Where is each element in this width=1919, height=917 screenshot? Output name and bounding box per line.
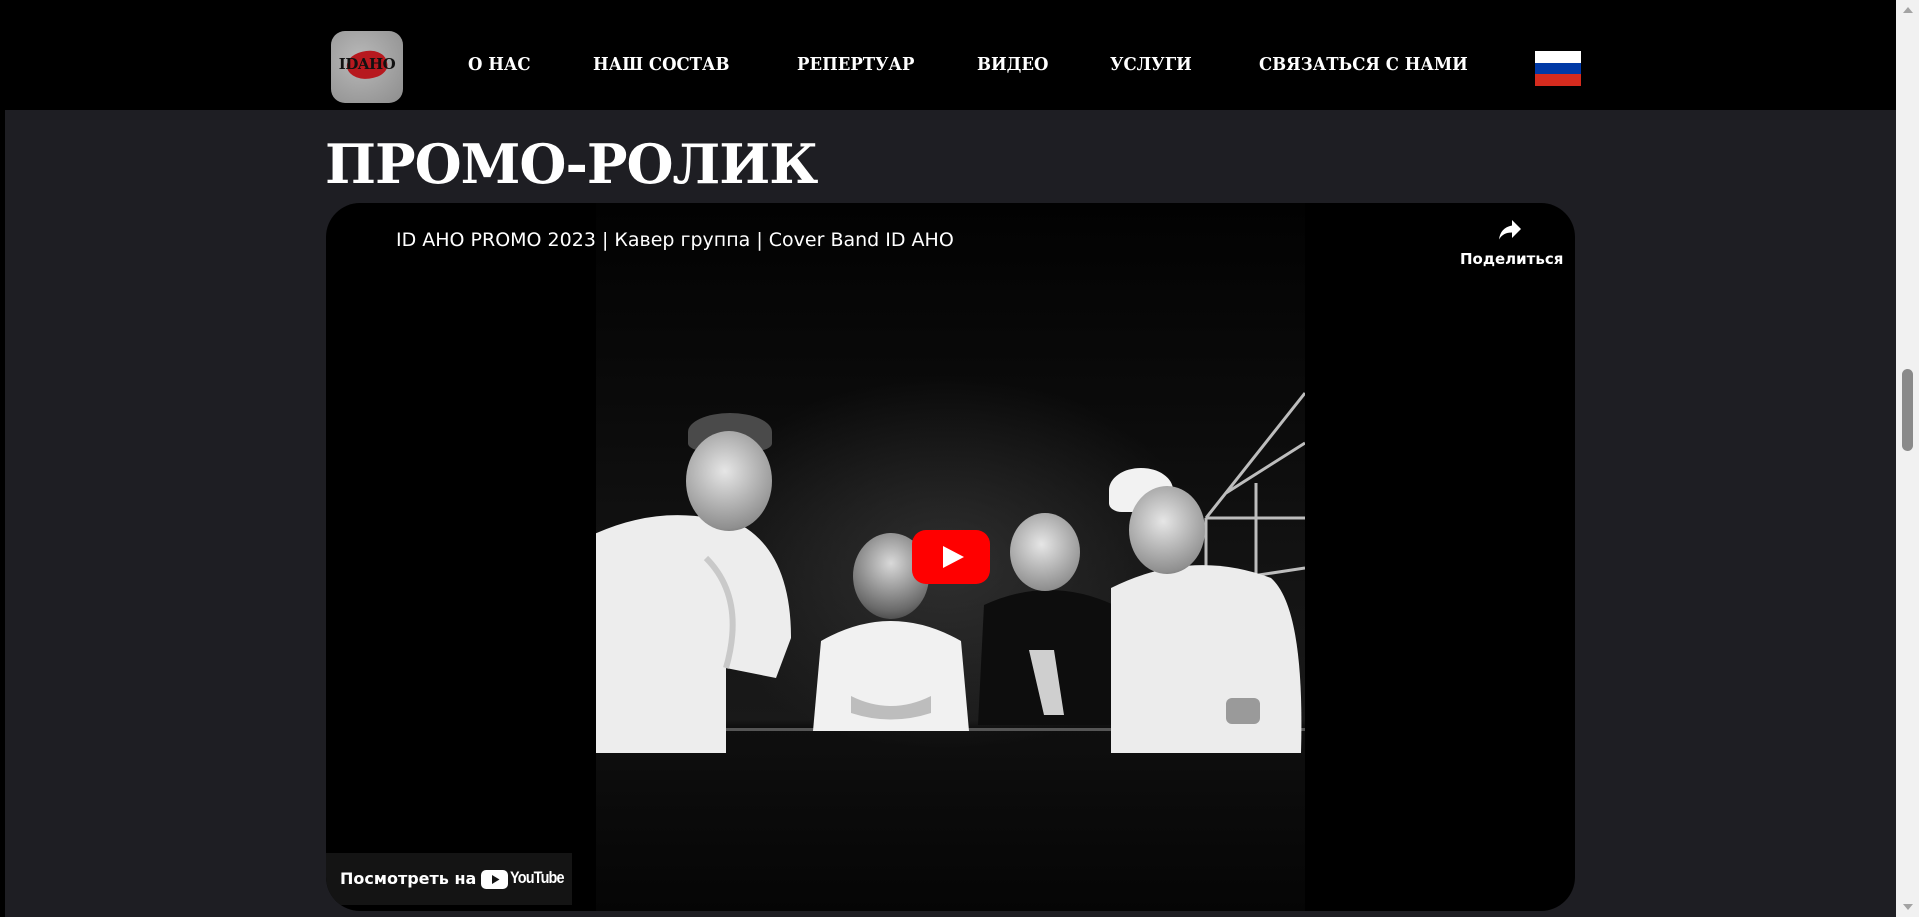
flag-stripe-red [1535, 74, 1581, 86]
youtube-logo-icon [481, 870, 508, 889]
share-label: Поделиться [1460, 250, 1564, 268]
page-left-edge [0, 0, 5, 917]
nav-item-repertoire[interactable]: РЕПЕРТУАР [797, 54, 915, 75]
scroll-down-arrow-icon[interactable] [1903, 904, 1913, 910]
watch-on-label: Посмотреть на [340, 869, 477, 888]
nav-item-lineup[interactable]: НАШ СОСТАВ [593, 54, 729, 75]
video-title-link[interactable]: ID AHO PROMO 2023 | Кавер группа | Cover… [396, 229, 954, 251]
youtube-play-icon[interactable] [912, 530, 990, 584]
section-title: ПРОМО-РОЛИК [325, 132, 818, 196]
watch-on-youtube-button[interactable]: Посмотреть на YouTube [326, 853, 572, 905]
youtube-embed[interactable]: ID AHO PROMO 2023 | Кавер группа | Cover… [326, 203, 1575, 911]
page-scrollbar[interactable] [1896, 0, 1919, 917]
youtube-wordmark: YouTube [510, 868, 565, 887]
flag-stripe-blue [1535, 62, 1581, 75]
russian-flag-icon[interactable] [1535, 51, 1581, 86]
site-logo[interactable]: IDAHO [331, 31, 403, 103]
flag-stripe-white [1535, 51, 1581, 63]
logo-text: IDAHO [338, 55, 396, 73]
site-header: IDAHO О НАС НАШ СОСТАВ РЕПЕРТУАР ВИДЕО У… [5, 0, 1896, 110]
nav-item-contact[interactable]: СВЯЗАТЬСЯ С НАМИ [1259, 54, 1468, 75]
nav-item-services[interactable]: УСЛУГИ [1110, 54, 1192, 75]
share-arrow-icon [1499, 220, 1521, 240]
nav-item-about[interactable]: О НАС [468, 54, 531, 75]
nav-item-video[interactable]: ВИДЕО [977, 54, 1048, 75]
share-button[interactable]: Поделиться [1460, 219, 1564, 268]
scroll-up-arrow-icon[interactable] [1903, 7, 1913, 13]
scrollbar-thumb[interactable] [1902, 369, 1913, 451]
